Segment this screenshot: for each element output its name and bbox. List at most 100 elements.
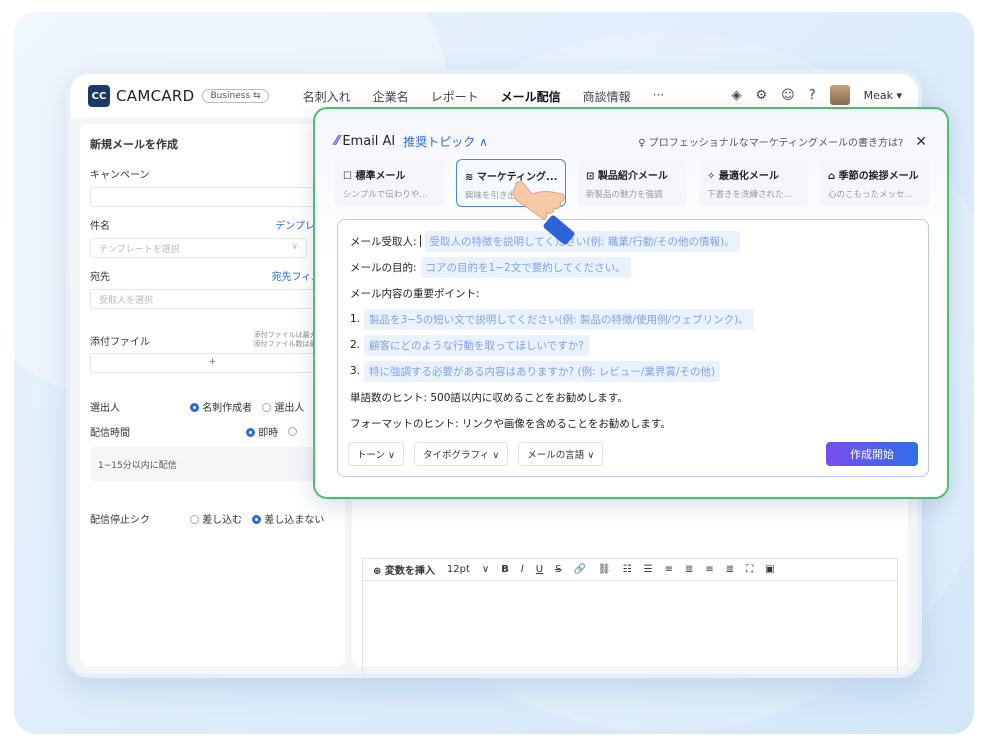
prompt-point-3: 3. 特に強調する必要がある内容はありますか? (例: レビュー/業界賞/その他… <box>350 358 916 384</box>
card-desc: 新製品の魅力を強調 <box>586 190 663 200</box>
layers-icon[interactable]: ◈ <box>731 88 741 103</box>
bullet-list-icon[interactable]: ☰ <box>644 564 653 575</box>
sender-option-creator-label: 名刺作成者 <box>202 403 253 414</box>
underline-icon[interactable]: U <box>536 564 543 575</box>
unlink-icon[interactable]: ⛓ <box>598 564 611 575</box>
send-note: 1~15分以内に配信 <box>90 447 335 481</box>
align-right-icon[interactable]: ≡ <box>705 564 713 575</box>
recipient-prompt-label: メール受取人: <box>350 235 417 248</box>
topic-card-seasonal[interactable]: ⌂ 季節の挨拶メール 心のこもったメッセ... <box>820 159 929 207</box>
recipient-label: 宛先 <box>90 272 110 283</box>
format-hint: フォーマットのヒント: リンクや画像を含めることをお勧めします。 <box>350 417 671 430</box>
card-desc: 下書きを洗練された... <box>707 190 792 200</box>
sender-option-picker[interactable]: 選出人 <box>262 399 304 414</box>
topic-card-optimize[interactable]: ✧ 最適化メール 下書きを洗練された... <box>699 159 808 207</box>
campaign-input[interactable] <box>90 187 335 207</box>
email-ai-panel: ⁄⁄ Email AI 推奨トピック ∧ ♀ プロフェッショナルなマーケティング… <box>313 107 949 499</box>
point-placeholder[interactable]: 顧客にどのような行動を取ってほしいですか? <box>364 334 589 356</box>
unsub-option-no-insert[interactable]: 差し込まない <box>252 511 324 526</box>
ai-title: Email AI <box>342 134 396 149</box>
campaign-label: キャンペーン <box>90 170 150 181</box>
unsub-option-no-insert-label: 差し込まない <box>264 515 325 526</box>
send-time-option-now[interactable]: 即時 <box>246 424 278 439</box>
align-justify-icon[interactable]: ≣ <box>726 564 734 575</box>
plan-badge[interactable]: Business ⇆ <box>202 89 269 103</box>
ordered-list-icon[interactable]: ☷ <box>623 564 632 575</box>
top-icons: ◈ ⚙ ☺ ? Meak ▾ <box>731 85 902 105</box>
strikethrough-icon[interactable]: S <box>555 564 561 575</box>
point-placeholder[interactable]: 製品を3−5の短い文で説明してください(例: 製品の特徴/使用例/ウェブリンク)… <box>364 308 754 330</box>
fullscreen-icon[interactable]: ⛶ <box>746 564 753 575</box>
card-title: ✧ 最適化メール <box>707 171 779 182</box>
unsubscribe-label: 配信停止シク <box>90 515 150 526</box>
point-number: 1. <box>350 313 361 325</box>
radio-icon <box>190 515 199 524</box>
word-count-hint: 単語数のヒント: 500語以内に収めることをお勧めします。 <box>350 391 628 404</box>
language-select[interactable]: メールの言語 ∨ <box>518 442 604 466</box>
email-body-editor[interactable] <box>362 580 898 674</box>
align-center-icon[interactable]: ≣ <box>685 564 693 575</box>
send-time-option-label: 即時 <box>258 428 279 439</box>
tone-select[interactable]: トーン ∨ <box>348 442 404 466</box>
user-menu[interactable]: Meak ▾ <box>864 89 902 102</box>
link-icon[interactable]: 🔗 <box>573 564 585 575</box>
point-number: 2. <box>350 339 361 351</box>
attachment-row: 添付ファイル 添付ファイルは最大24KB 添付ファイル数は最大3個 <box>90 331 335 349</box>
subject-label: 件名 <box>90 221 110 232</box>
insert-variable-button[interactable]: ⊕ 変数を挿入 <box>373 562 435 577</box>
nav-item-email[interactable]: メール配信 <box>501 88 561 105</box>
template-placeholder: テンプレートを選択 <box>99 245 180 255</box>
prompt-point-1: 1. 製品を3−5の短い文で説明してください(例: 製品の特徴/使用例/ウェブリ… <box>350 306 916 332</box>
nav-item-more[interactable]: ··· <box>653 88 664 105</box>
close-icon[interactable]: ✕ <box>915 134 927 150</box>
sender-label: 選出人 <box>90 403 120 414</box>
radio-icon[interactable] <box>288 427 298 436</box>
send-time-row: 配信時間 即時 <box>90 424 335 439</box>
points-prompt-label: メール内容の重要ポイント: <box>350 287 480 300</box>
ai-help-link[interactable]: ♀ プロフェッショナルなマーケティングメールの書き方は? <box>638 134 903 149</box>
start-generate-button[interactable]: 作成開始 <box>826 442 918 466</box>
compose-form: 新規メールを作成 キャンペーン 件名 デンプレート テンプレートを選択 ∨ 適 … <box>80 124 345 666</box>
point-number: 3. <box>350 365 361 377</box>
card-title: ☐ 標準メール <box>343 171 406 182</box>
card-desc: 心のこもったメッセ... <box>828 190 913 200</box>
avatar[interactable] <box>829 85 850 105</box>
sender-option-creator[interactable]: 名刺作成者 <box>190 399 252 414</box>
font-size-chevron-icon[interactable]: ∨ <box>482 564 489 575</box>
template-row: テンプレートを選択 ∨ 適 <box>90 238 335 258</box>
nav-item-deals[interactable]: 商談情報 <box>583 88 631 105</box>
sender-row: 選出人 名刺作成者 選出人 <box>90 399 335 414</box>
subject-label-row: 件名 デンプレート <box>90 217 335 232</box>
pointer-hand-icon <box>512 181 575 245</box>
campaign-label-row: キャンペーン <box>90 166 335 181</box>
logo-icon: CC <box>88 85 110 107</box>
radio-icon <box>262 403 272 412</box>
chat-icon[interactable]: ☺ <box>781 88 795 103</box>
chevron-down-icon: ∨ <box>291 242 298 252</box>
typography-select[interactable]: タイポグラフィ ∨ <box>414 442 509 466</box>
point-placeholder[interactable]: 特に強調する必要がある内容はありますか? (例: レビュー/業界賞/その他) <box>364 360 721 382</box>
italic-icon[interactable]: I <box>521 564 524 575</box>
add-attachment-button[interactable]: + <box>90 353 335 373</box>
brand-name: CAMCARD <box>116 87 195 105</box>
ai-header: ⁄⁄ Email AI 推奨トピック ∧ ♀ プロフェッショナルなマーケティング… <box>335 133 927 150</box>
nav-item-reports[interactable]: レポート <box>431 88 479 105</box>
font-size-select[interactable]: 12pt <box>447 564 470 575</box>
help-icon[interactable]: ? <box>809 88 816 103</box>
prompt-input-box[interactable]: メール受取人: 受取人の特徴を説明してください(例: 職業/行動/その他の情報)… <box>337 219 929 477</box>
bold-icon[interactable]: B <box>501 564 509 575</box>
radio-selected-icon <box>246 428 255 437</box>
nav-item-cards[interactable]: 名刺入れ <box>303 88 351 105</box>
gear-icon[interactable]: ⚙ <box>755 88 767 103</box>
nav-item-companies[interactable]: 企業名 <box>373 88 409 105</box>
image-icon[interactable]: ▣ <box>765 564 774 575</box>
prompt-point-2: 2. 顧客にどのような行動を取ってほしいですか? <box>350 332 916 358</box>
recipient-input[interactable]: 受取人を選択 <box>90 289 335 309</box>
recommended-topics-toggle[interactable]: 推奨トピック ∧ <box>403 133 488 150</box>
topic-card-product[interactable]: ⊡ 製品紹介メール 新製品の魅力を強調 <box>578 159 687 207</box>
unsub-option-insert[interactable]: 差し込む <box>190 511 242 526</box>
align-left-icon[interactable]: ≡ <box>665 564 673 575</box>
text-caret <box>419 235 421 247</box>
template-select[interactable]: テンプレートを選択 ∨ <box>90 238 307 258</box>
topic-card-standard[interactable]: ☐ 標準メール シンプルで伝わりや... <box>335 159 444 207</box>
